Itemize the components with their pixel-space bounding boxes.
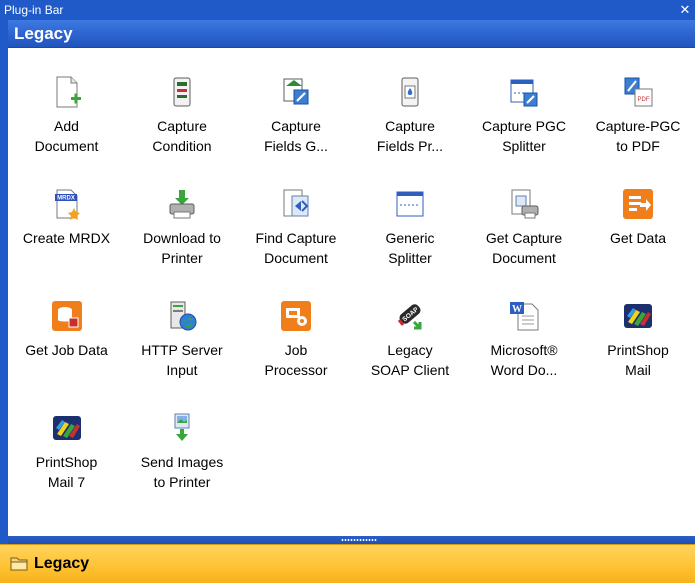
panel-splitter[interactable] xyxy=(8,536,695,544)
plugin-label: HTTP Server Input xyxy=(141,342,223,378)
legacy-soap-client-icon: SOAP xyxy=(397,303,422,330)
plugin-item-find-capture-document[interactable]: Find Capture Document xyxy=(239,188,353,300)
plugin-item-send-images-to-printer[interactable]: Send Images to Printer xyxy=(125,412,239,524)
footer-title: Legacy xyxy=(34,555,90,572)
plugin-label: Capture Fields Pr... xyxy=(376,118,444,154)
plugin-item-generic-splitter[interactable]: Generic Splitter xyxy=(353,188,467,300)
plugin-item-job-processor[interactable]: Job Processor xyxy=(239,300,353,412)
plugin-item-add-document[interactable]: Add Document xyxy=(8,76,125,188)
window-title-bar[interactable]: Plug-in Bar ✕ xyxy=(0,0,695,20)
capture-pgc-splitter-icon xyxy=(510,79,538,107)
http-server-input-icon xyxy=(170,301,197,331)
plugin-label: Send Images to Printer xyxy=(140,454,224,490)
plugin-label: PrintShop Mail 7 xyxy=(35,454,98,490)
download-to-printer-icon xyxy=(169,190,195,219)
plugin-item-microsoft-word[interactable]: W Microsoft® Word Do... xyxy=(467,300,581,412)
capture-fields-pr-icon xyxy=(401,77,419,107)
plugin-item-http-server-input[interactable]: HTTP Server Input xyxy=(125,300,239,412)
plugin-item-capture-condition[interactable]: Capture Condition xyxy=(125,76,239,188)
plugin-label: Create MRDX xyxy=(22,230,111,246)
window-left-border xyxy=(0,20,8,583)
plugin-item-capture-fields-pr[interactable]: Capture Fields Pr... xyxy=(353,76,467,188)
job-processor-icon xyxy=(281,301,311,331)
plugin-label: Capture Fields G... xyxy=(264,118,328,154)
plugin-label: Capture-PGC to PDF xyxy=(595,118,681,154)
generic-splitter-icon xyxy=(396,191,424,217)
capture-pgc-to-pdf-icon: PDF xyxy=(624,77,653,107)
add-document-icon xyxy=(56,76,81,108)
plugin-item-capture-pgc-to-pdf[interactable]: PDF Capture-PGC to PDF xyxy=(581,76,695,188)
plugin-item-legacy-soap-client[interactable]: SOAP Legacy SOAP Client xyxy=(353,300,467,412)
find-capture-document-icon xyxy=(283,189,309,217)
plugin-item-printshop-mail[interactable]: PrintShop Mail xyxy=(581,300,695,412)
get-capture-document-icon xyxy=(511,189,539,219)
plugin-list-panel: Add Document Capture Condition Capture F… xyxy=(8,48,695,536)
plugin-item-get-capture-document[interactable]: Get Capture Document xyxy=(467,188,581,300)
window-title: Plug-in Bar xyxy=(4,3,64,17)
plugin-label: PrintShop Mail xyxy=(607,342,669,378)
plugin-item-printshop-mail-7[interactable]: PrintShop Mail 7 xyxy=(8,412,125,524)
plugin-label: Legacy SOAP Client xyxy=(370,342,450,378)
send-images-to-printer-icon xyxy=(174,413,190,441)
printshop-mail-icon xyxy=(624,304,652,328)
pdf-badge-text: PDF xyxy=(638,97,650,103)
plugin-item-download-to-printer[interactable]: Download to Printer xyxy=(125,188,239,300)
plugin-label: Job Processor xyxy=(264,342,328,378)
plugin-bar-window: Plug-in Bar ✕ Legacy Add Document Captur… xyxy=(0,0,695,583)
word-badge-text: W xyxy=(512,304,522,315)
mrdx-badge-text: MRDX xyxy=(57,196,75,202)
plugin-label: Add Document xyxy=(34,118,99,154)
plugin-label: Download to Printer xyxy=(143,230,221,266)
capture-condition-icon xyxy=(173,77,191,107)
close-icon[interactable]: ✕ xyxy=(679,0,691,20)
section-header[interactable]: Legacy xyxy=(8,20,695,48)
folder-icon xyxy=(10,557,28,571)
plugin-label: Generic Splitter xyxy=(385,230,435,266)
footer-group-button[interactable]: Legacy xyxy=(0,544,695,583)
plugin-label: Get Capture Document xyxy=(485,230,563,266)
plugin-label: Find Capture Document xyxy=(255,230,337,266)
plugin-label: Capture PGC Splitter xyxy=(481,118,567,154)
section-title: Legacy xyxy=(14,24,73,43)
create-mrdx-icon: MRDX xyxy=(54,189,80,220)
splitter-grip-icon[interactable] xyxy=(341,538,377,542)
microsoft-word-icon: W xyxy=(510,302,539,331)
plugin-label: Get Job Data xyxy=(25,342,108,358)
capture-fields-g-icon xyxy=(283,78,309,105)
get-data-icon xyxy=(623,189,653,219)
plugin-item-create-mrdx[interactable]: MRDX Create MRDX xyxy=(8,188,125,300)
plugin-item-get-job-data[interactable]: Get Job Data xyxy=(8,300,125,412)
plugin-grid: Add Document Capture Condition Capture F… xyxy=(8,76,695,524)
plugin-label: Get Data xyxy=(609,230,667,246)
plugin-item-capture-pgc-splitter[interactable]: Capture PGC Splitter xyxy=(467,76,581,188)
plugin-label: Capture Condition xyxy=(152,118,212,154)
plugin-item-capture-fields-g[interactable]: Capture Fields G... xyxy=(239,76,353,188)
get-job-data-icon xyxy=(51,301,82,331)
plugin-label: Microsoft® Word Do... xyxy=(490,342,558,378)
plugin-item-get-data[interactable]: Get Data xyxy=(581,188,695,300)
printshop-mail-7-icon xyxy=(52,416,81,440)
